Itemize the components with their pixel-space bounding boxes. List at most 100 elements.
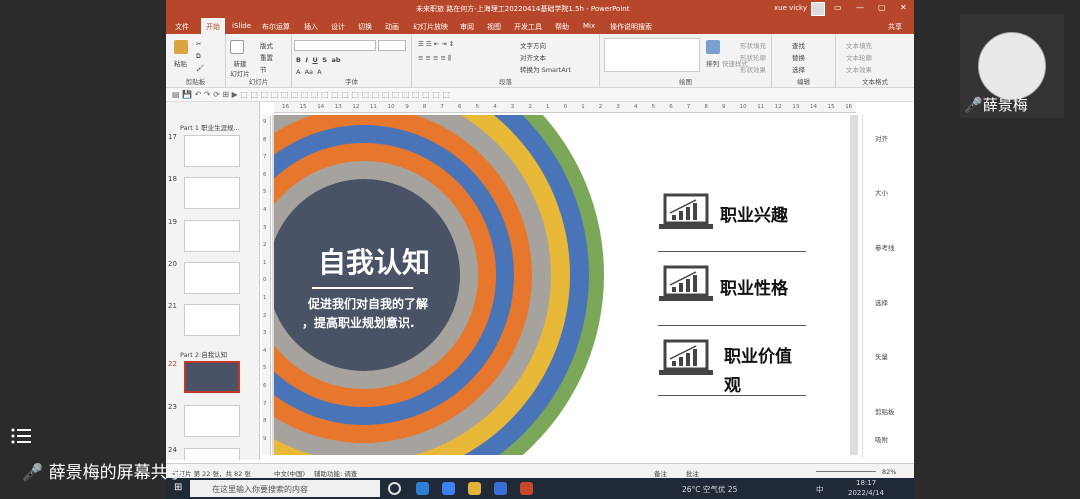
list-menu-icon[interactable] <box>10 426 34 450</box>
user-name[interactable]: xue vicky <box>774 4 807 12</box>
pane-snap[interactable]: 吸附 <box>875 434 888 444</box>
menu-file[interactable]: 文件 <box>175 22 189 32</box>
menu-insert[interactable]: 插入 <box>304 22 318 32</box>
menu-help[interactable]: 帮助 <box>555 22 569 32</box>
ime-indicator[interactable]: 中 <box>816 484 824 495</box>
user-avatar[interactable] <box>811 2 825 16</box>
slide-thumbnail-pane[interactable]: Part 1 职业生涯规... 17 18 19 20 21 Part 2:自我… <box>166 102 260 460</box>
close-icon[interactable]: ✕ <box>900 3 907 12</box>
shape-fill-button[interactable]: 形状填充 <box>740 40 766 50</box>
slide-subtitle-line1[interactable]: 促进我们对自我的了解 <box>308 295 428 312</box>
shape-outline-button[interactable]: 形状轮廓 <box>740 52 766 62</box>
font-color-icon[interactable]: A Aa A <box>296 68 322 76</box>
new-slide-icon[interactable] <box>230 40 244 54</box>
item-interest[interactable]: 职业兴趣 <box>720 201 788 226</box>
maximize-icon[interactable]: ▢ <box>878 3 886 12</box>
slide-thumbnail[interactable] <box>184 304 240 336</box>
clock-date[interactable]: 2022/4/14 <box>848 489 884 497</box>
file-explorer-icon[interactable] <box>468 482 481 495</box>
notes-button[interactable]: 备注 <box>654 468 667 478</box>
slide-thumbnail-selected[interactable] <box>184 361 240 393</box>
qat-icons[interactable]: ▤ 💾 ↶ ↷ ⟳ ⊞ ▶ ⬚ ⬚ ⬚ ⬚ ⬚ ⬚ ⬚ ⬚ ⬚ ⬚ ⬚ ⬚ ⬚ … <box>172 90 450 99</box>
menu-design[interactable]: 设计 <box>331 22 345 32</box>
paste-button[interactable]: 粘贴 <box>174 58 187 68</box>
pane-select[interactable]: 选择 <box>875 297 888 307</box>
powerpoint-taskbar-icon[interactable] <box>520 482 533 495</box>
app-icon[interactable] <box>442 482 455 495</box>
bullets-icon[interactable]: ☰ ☰ ⇤ ⇥ ↕ <box>418 40 454 48</box>
slide-thumbnail[interactable] <box>184 405 240 437</box>
pane-size[interactable]: 大小 <box>875 187 888 197</box>
reset-button[interactable]: 重置 <box>260 52 273 62</box>
arrange-icon[interactable] <box>706 40 720 54</box>
pane-align[interactable]: 对齐 <box>875 133 888 143</box>
font-name-select[interactable] <box>294 40 376 51</box>
layout-button[interactable]: 版式 <box>260 40 273 50</box>
copy-icon[interactable]: ⧉ <box>196 52 201 61</box>
item-values-line2[interactable]: 观 <box>724 371 741 396</box>
accessibility-status[interactable]: 辅助功能: 调查 <box>314 468 357 478</box>
app-icon[interactable] <box>494 482 507 495</box>
font-size-select[interactable] <box>378 40 406 51</box>
new-slide-button[interactable]: 新建 幻灯片 <box>226 58 254 78</box>
pane-guides[interactable]: 参考线 <box>875 242 895 252</box>
pane-clipboard[interactable]: 剪贴板 <box>875 406 895 416</box>
menu-view[interactable]: 视图 <box>487 22 501 32</box>
arrange-button[interactable]: 排列 <box>706 58 719 68</box>
slide-subtitle-line2[interactable]: ，提高职业规划意识. <box>302 314 415 331</box>
language-indicator[interactable]: 中文(中国) <box>274 468 305 478</box>
zoom-level[interactable]: 82% <box>882 468 896 476</box>
slide-thumbnail[interactable] <box>184 448 240 460</box>
section-header[interactable]: Part 2:自我认知 <box>180 349 227 359</box>
replace-button[interactable]: 替换 <box>792 52 805 62</box>
text-effects-button[interactable]: 文本效果 <box>846 64 872 74</box>
comments-button[interactable]: 批注 <box>686 468 699 478</box>
align-icons[interactable]: ≡ ≡ ≡ ≡ ⫼ <box>418 54 451 63</box>
find-button[interactable]: 查找 <box>792 40 805 50</box>
zoom-slider[interactable] <box>816 471 876 472</box>
menu-review[interactable]: 审阅 <box>460 22 474 32</box>
smartart-button[interactable]: 转换为 SmartArt <box>520 64 571 74</box>
text-outline-button[interactable]: 文本轮廓 <box>846 52 872 62</box>
cut-icon[interactable]: ✂ <box>196 40 201 48</box>
slide-title[interactable]: 自我认知 <box>314 241 434 281</box>
pane-vector[interactable]: 矢量 <box>875 351 888 361</box>
item-personality[interactable]: 职业性格 <box>720 274 788 299</box>
section-button[interactable]: 节 <box>260 64 267 74</box>
horizontal-ruler[interactable]: 16 15 14 13 12 11 10 9 8 7 6 5 4 3 2 1 0 1 2 3 4 5 6 7 8 9 10 11 12 1… <box>274 102 856 113</box>
menu-islide[interactable]: iSlide <box>232 22 251 30</box>
tell-me-search[interactable]: 操作说明搜索 <box>610 22 652 32</box>
slide[interactable]: 自我认知 促进我们对自我的了解 ，提高职业规划意识. 职业兴趣 职业性格 职业价… <box>274 115 850 455</box>
menu-developer[interactable]: 开发工具 <box>514 22 542 32</box>
menu-mix[interactable]: Mix <box>583 22 595 30</box>
shapes-gallery[interactable] <box>604 38 700 72</box>
minimize-icon[interactable]: — <box>856 3 864 12</box>
menu-home[interactable]: 开始 <box>201 18 225 34</box>
ribbon-display-icon[interactable]: ▭ <box>834 3 842 12</box>
select-button[interactable]: 选择 <box>792 64 805 74</box>
shape-effects-button[interactable]: 形状效果 <box>740 64 766 74</box>
menu-slideshow[interactable]: 幻灯片放映 <box>413 22 448 32</box>
bold-icon[interactable]: B I U S ab <box>296 56 341 64</box>
align-text-button[interactable]: 对齐文本 <box>520 52 546 62</box>
menu-boolean[interactable]: 布尔运算 <box>262 22 290 32</box>
menu-transitions[interactable]: 切换 <box>358 22 372 32</box>
windows-start-icon[interactable]: ⊞ <box>174 482 182 493</box>
weather-widget[interactable]: 26°C 空气优 25 <box>682 484 737 495</box>
slide-thumbnail[interactable] <box>184 135 240 167</box>
format-painter-icon[interactable]: 🖌 <box>196 64 204 72</box>
slide-thumbnail[interactable] <box>184 262 240 294</box>
share-button[interactable]: 共享 <box>888 22 902 32</box>
task-view-icon[interactable] <box>388 482 401 495</box>
taskbar-search[interactable]: 在这里输入你要搜索的内容 <box>190 480 380 497</box>
item-values-line1[interactable]: 职业价值 <box>724 342 792 367</box>
text-direction-button[interactable]: 文字方向 <box>520 40 546 50</box>
section-header[interactable]: Part 1 职业生涯规... <box>180 122 240 132</box>
paste-icon[interactable] <box>174 40 188 54</box>
clock-time[interactable]: 18:17 <box>856 479 876 487</box>
vertical-ruler[interactable]: 9 8 7 6 5 4 3 2 1 0 1 2 3 4 5 6 7 8 9 <box>262 115 271 455</box>
menu-animations[interactable]: 动画 <box>385 22 399 32</box>
edge-icon[interactable] <box>416 482 429 495</box>
slide-canvas[interactable]: 自我认知 促进我们对自我的了解 ，提高职业规划意识. 职业兴趣 职业性格 职业价… <box>272 115 858 455</box>
text-fill-button[interactable]: 文本填充 <box>846 40 872 50</box>
